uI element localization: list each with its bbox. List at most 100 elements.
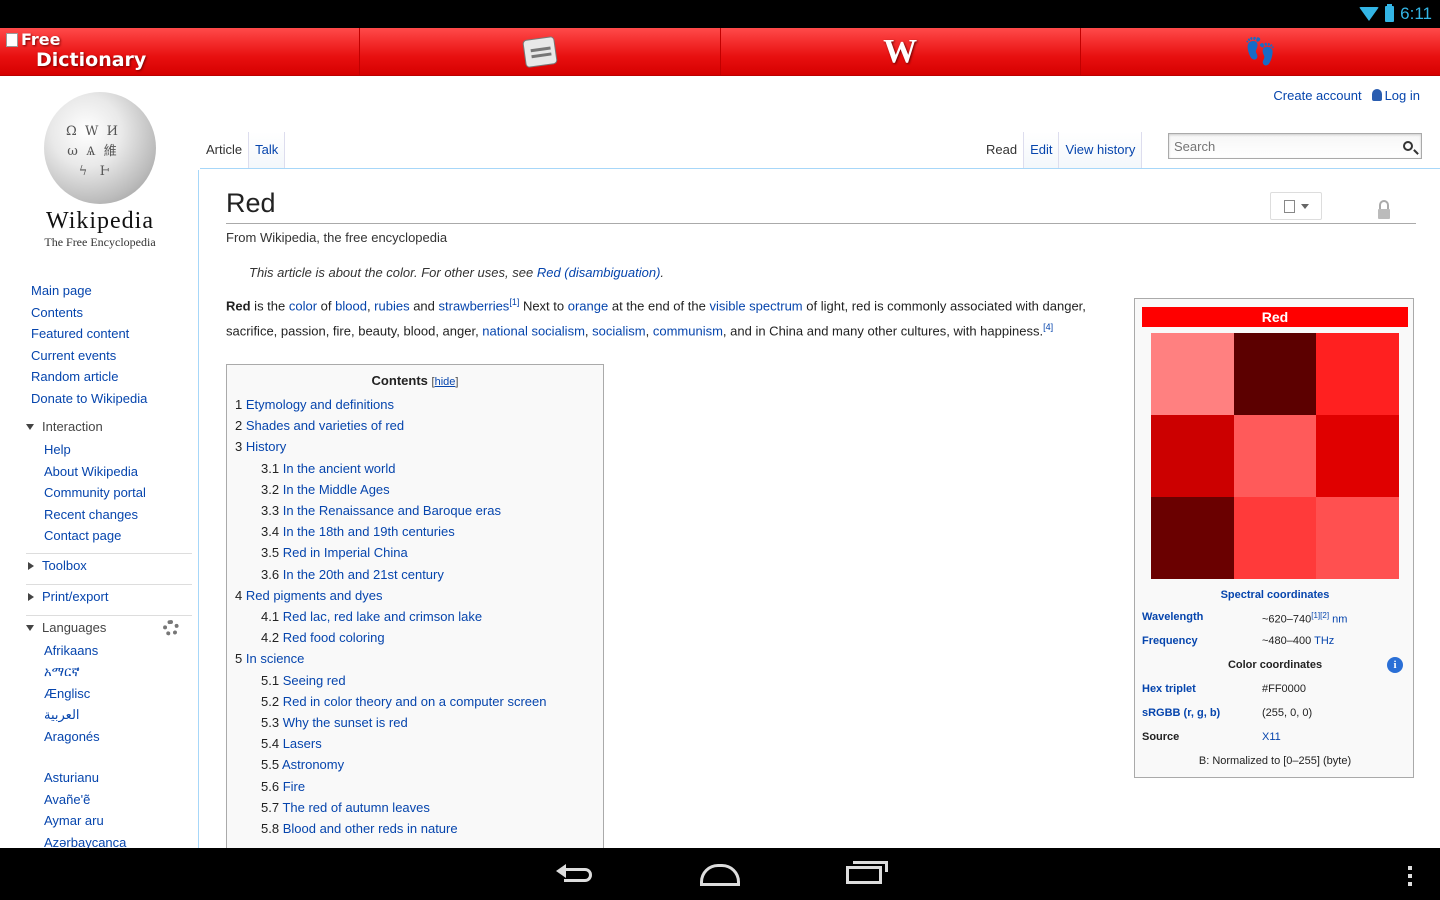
lead-text: is the [250,298,289,314]
sidebar-main-link-1[interactable]: Contents [31,302,198,324]
link-socialism[interactable]: socialism [592,323,645,338]
toc-entry[interactable]: 1 Etymology and definitions [235,394,595,415]
sidebar-main-link-0[interactable]: Main page [31,280,198,302]
login-link[interactable]: Log in [1371,88,1420,103]
sidebar-interaction-link-4[interactable]: Contact page [44,525,198,547]
link-color[interactable]: color [289,298,317,313]
sidebar-main-link-2[interactable]: Featured content [31,323,198,345]
languages-header[interactable]: Languages [0,616,198,640]
content-top-border [200,168,1440,169]
toc-entry[interactable]: 2 Shades and varieties of red [235,415,595,436]
link-orange[interactable]: orange [568,298,608,313]
toc-entry[interactable]: 5.7 The red of autumn leaves [235,797,595,818]
language-link[interactable]: Aymar aru [44,810,198,832]
battery-icon [1385,4,1395,22]
toc-entry[interactable]: 5.1 Seeing red [235,670,595,691]
search-input[interactable] [1169,134,1389,158]
tab-article[interactable]: Article [200,132,250,168]
sidebar-main-link-3[interactable]: Current events [31,345,198,367]
page-tools-menu[interactable] [1270,192,1322,220]
link-strawberries[interactable]: strawberries [439,298,510,313]
link-blood[interactable]: blood [335,298,367,313]
hex-label[interactable]: Hex triplet [1142,683,1262,695]
collapsed-icon [28,561,34,570]
overflow-menu-icon[interactable] [1408,866,1412,886]
toolbox-header[interactable]: Toolbox [0,554,198,578]
language-link[interactable]: Ænglisc [44,683,198,705]
dictionary-icon [522,35,558,68]
toc-entry-text: Shades and varieties of red [245,418,405,434]
tab-talk[interactable]: Talk [249,132,286,168]
toc-entry[interactable]: 5.6 Fire [235,776,595,797]
link-rubies[interactable]: rubies [374,298,409,313]
wavelength-unit[interactable]: nm [1332,614,1347,626]
language-link[interactable]: አማርኛ [44,661,198,683]
tab-view-history[interactable]: View history [1059,132,1143,168]
toc-entry[interactable]: 3.1 In the ancient world [235,458,595,479]
citation-1[interactable]: [1] [509,297,519,307]
interaction-header[interactable]: Interaction [0,415,198,439]
sidebar-interaction-link-2[interactable]: Community portal [44,482,198,504]
sidebar-main-link-4[interactable]: Random article [31,366,198,388]
language-link[interactable]: Avañe'ẽ [44,789,198,811]
tab-read[interactable]: Read [980,132,1025,168]
wikipedia-tab[interactable]: W [721,28,1081,75]
toc-entry[interactable]: 4.1 Red lac, red lake and crimson lake [235,606,595,627]
srgb-label[interactable]: sRGBB (r, g, b) [1142,707,1262,719]
dictionary-tab[interactable] [360,28,721,75]
toc-entry[interactable]: 3 History [235,436,595,457]
spectral-coordinates-header[interactable]: Spectral coordinates [1142,589,1408,601]
recent-apps-icon[interactable] [846,861,888,884]
wikipedia-logo[interactable]: Wikipedia The Free Encyclopedia [30,92,170,250]
disambiguation-link[interactable]: Red (disambiguation) [537,265,661,280]
sidebar-interaction-link-3[interactable]: Recent changes [44,504,198,526]
toc-entry[interactable]: 5.2 Red in color theory and on a compute… [235,691,595,712]
language-link[interactable]: Asturianu [44,767,198,789]
home-icon[interactable] [700,864,740,886]
app-logo: Free Dictionary [6,30,146,70]
citation-4[interactable]: [4] [1043,322,1053,332]
toc-entry[interactable]: 5.3 Why the sunset is red [235,712,595,733]
toc-entry[interactable]: 3.5 Red in Imperial China [235,542,595,563]
toc-entry[interactable]: 4.2 Red food coloring [235,627,595,648]
app-logo-tab[interactable]: Free Dictionary [0,28,361,75]
languages-label: Languages [42,619,107,635]
link-national-socialism[interactable]: national socialism [482,323,585,338]
sidebar-interaction-link-1[interactable]: About Wikipedia [44,461,198,483]
toc-entry[interactable]: 5.8 Blood and other reds in nature [235,818,595,839]
back-icon[interactable] [556,864,594,886]
sidebar-main-links: Main page Contents Featured content Current… [0,280,198,409]
link-communism[interactable]: communism [653,323,723,338]
toc-entry[interactable]: 3.6 In the 20th and 21st century [235,564,595,585]
print-export-header[interactable]: Print/export [0,585,198,609]
link-visible-spectrum[interactable]: visible spectrum [709,298,802,313]
toc-entry[interactable]: 3.4 In the 18th and 19th centuries [235,521,595,542]
toc-entry[interactable]: 5 In science [235,648,595,669]
create-account-link[interactable]: Create account [1273,88,1361,103]
language-link[interactable]: Afrikaans [44,640,198,662]
source-value[interactable]: X11 [1262,731,1281,743]
toc-entry[interactable]: 5.5 Astronomy [235,754,595,775]
sidebar-interaction-link-0[interactable]: Help [44,439,198,461]
toc-entry-text: Red food coloring [282,630,385,646]
toc-hide-toggle[interactable]: hide [435,376,456,388]
info-icon[interactable]: i [1387,657,1403,673]
toc-entry-number: 3.2 [261,481,280,497]
toc-entry-number: 3.3 [261,503,280,519]
toc-entry[interactable]: 4 Red pigments and dyes [235,585,595,606]
feet-tab[interactable]: 👣 [1081,28,1440,75]
toc-entry[interactable]: 3.2 In the Middle Ages [235,479,595,500]
language-link[interactable]: العربية [44,704,198,726]
gear-icon[interactable] [163,619,179,636]
wavelength-label[interactable]: Wavelength [1142,611,1262,626]
frequency-label[interactable]: Frequency [1142,635,1262,647]
page-title: Red [226,182,1416,224]
language-link[interactable]: Aragonés [44,726,198,748]
tab-edit[interactable]: Edit [1024,132,1060,168]
sidebar-main-link-5[interactable]: Donate to Wikipedia [31,388,198,410]
toc-entry[interactable]: 3.3 In the Renaissance and Baroque eras [235,500,595,521]
toc-entry[interactable]: 5.4 Lasers [235,733,595,754]
wavelength-citations[interactable]: [1][2] [1311,611,1329,620]
search-icon[interactable] [1403,141,1413,151]
frequency-unit[interactable]: THz [1314,635,1334,647]
